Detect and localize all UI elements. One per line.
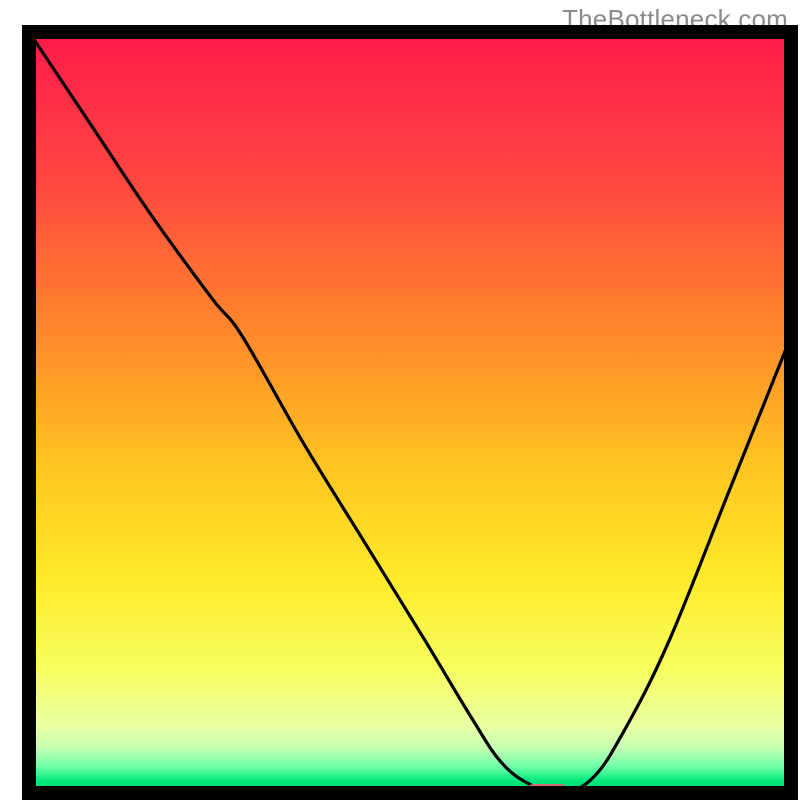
chart-frame: TheBottleneck.com <box>0 0 800 800</box>
bottleneck-chart <box>0 0 800 800</box>
plot-background <box>29 32 791 793</box>
